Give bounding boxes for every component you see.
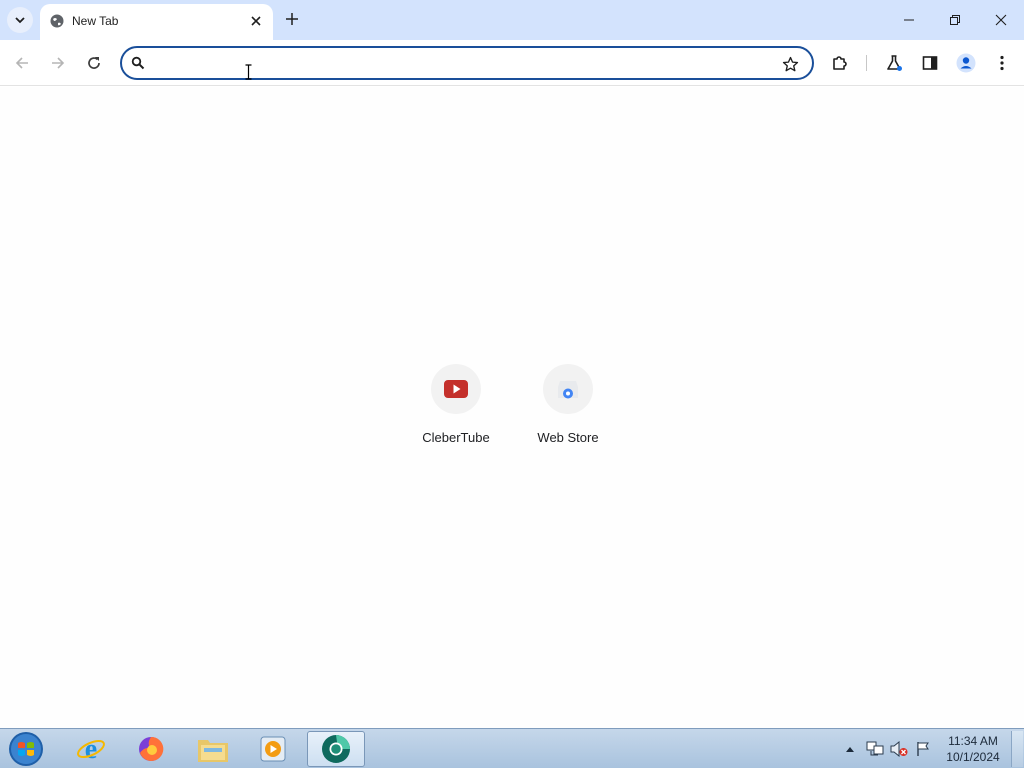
taskbar-media-player[interactable] bbox=[244, 731, 302, 767]
restore-icon bbox=[950, 15, 960, 25]
globe-icon bbox=[50, 14, 64, 28]
forward-button[interactable] bbox=[44, 49, 72, 77]
minimize-icon bbox=[904, 19, 914, 21]
labs-button[interactable] bbox=[880, 49, 908, 77]
shortcut-label: CleberTube bbox=[422, 430, 490, 445]
file-explorer-icon bbox=[198, 740, 228, 762]
start-button[interactable] bbox=[6, 730, 46, 768]
side-panel-icon bbox=[922, 56, 938, 70]
star-icon bbox=[782, 56, 798, 71]
clock-time: 11:34 AM bbox=[948, 734, 998, 748]
video-play-icon bbox=[444, 380, 468, 398]
puzzle-icon bbox=[833, 56, 847, 70]
new-tab-button[interactable] bbox=[282, 8, 302, 30]
tab-new-tab[interactable]: New Tab bbox=[40, 4, 273, 40]
shortcut-icon-frame bbox=[431, 364, 481, 414]
tab-search-button[interactable] bbox=[7, 7, 33, 33]
taskbar-file-explorer[interactable] bbox=[184, 731, 242, 767]
shortcut-label: Web Store bbox=[537, 430, 599, 445]
system-clock[interactable]: 11:34 AM 10/1/2024 bbox=[940, 733, 1006, 765]
network-icon bbox=[866, 741, 884, 756]
shortcut-web-store[interactable]: Web Store bbox=[512, 362, 624, 454]
windows-logo-icon bbox=[9, 732, 43, 766]
flag-icon bbox=[917, 742, 929, 756]
firefox-icon bbox=[139, 736, 164, 761]
close-window-button[interactable] bbox=[978, 0, 1024, 40]
tab-close-button[interactable] bbox=[248, 13, 264, 29]
arrow-left-icon bbox=[15, 57, 28, 69]
close-icon bbox=[251, 16, 261, 26]
media-player-icon bbox=[260, 736, 286, 762]
profile-button[interactable] bbox=[952, 49, 980, 77]
taskbar-internet-explorer[interactable]: e bbox=[62, 731, 120, 767]
web-store-icon bbox=[558, 381, 578, 399]
back-button[interactable] bbox=[8, 49, 36, 77]
minimize-button[interactable] bbox=[886, 0, 932, 40]
chevron-up-icon bbox=[846, 747, 854, 752]
menu-button[interactable] bbox=[988, 49, 1016, 77]
shortcut-icon-frame bbox=[543, 364, 593, 414]
arrow-right-icon bbox=[52, 57, 65, 69]
reload-icon bbox=[88, 57, 100, 69]
chevron-down-icon bbox=[15, 17, 25, 24]
svg-text:e: e bbox=[85, 734, 97, 764]
action-center-tray-button[interactable] bbox=[912, 729, 934, 768]
shortcut-clebertube[interactable]: CleberTube bbox=[400, 362, 512, 454]
restore-button[interactable] bbox=[932, 0, 978, 40]
side-panel-button[interactable] bbox=[916, 49, 944, 77]
tab-title: New Tab bbox=[72, 14, 119, 28]
network-tray-button[interactable] bbox=[864, 729, 886, 768]
volume-muted-icon bbox=[890, 741, 908, 757]
chrome-icon bbox=[322, 735, 350, 763]
show-desktop-button[interactable] bbox=[1011, 731, 1023, 767]
taskbar: e 11:34 AM 10/1/2024 bbox=[0, 728, 1024, 768]
clock-date: 10/1/2024 bbox=[946, 750, 1000, 764]
tab-strip: New Tab bbox=[0, 0, 1024, 40]
close-icon bbox=[995, 14, 1007, 26]
browser-toolbar bbox=[0, 40, 1024, 86]
text-cursor-icon bbox=[245, 64, 252, 80]
taskbar-firefox[interactable] bbox=[122, 731, 180, 767]
bookmark-star-button[interactable] bbox=[780, 54, 800, 74]
toolbar-divider bbox=[866, 55, 867, 71]
internet-explorer-icon: e bbox=[77, 734, 105, 764]
reload-button[interactable] bbox=[80, 49, 108, 77]
avatar-icon bbox=[956, 53, 976, 73]
new-tab-page: CleberTube Web Store bbox=[0, 87, 1024, 728]
volume-tray-button[interactable] bbox=[888, 729, 910, 768]
flask-icon bbox=[887, 55, 902, 71]
kebab-menu-icon bbox=[1000, 55, 1004, 71]
search-icon bbox=[131, 56, 145, 70]
taskbar-chrome[interactable] bbox=[307, 731, 365, 767]
extensions-button[interactable] bbox=[826, 49, 854, 77]
desktop: New Tab CleberTube Web Store e 11:34 AM … bbox=[0, 0, 1024, 768]
plus-icon bbox=[286, 13, 298, 25]
address-bar[interactable] bbox=[120, 46, 814, 80]
show-hidden-icons-button[interactable] bbox=[842, 729, 858, 768]
